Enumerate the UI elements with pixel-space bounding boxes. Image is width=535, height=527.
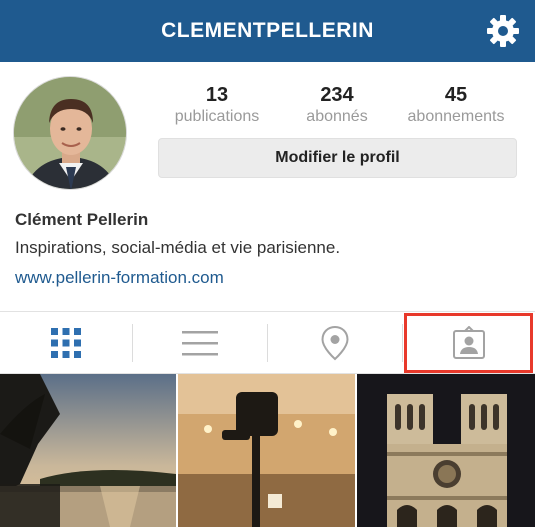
edit-profile-button[interactable]: Modifier le profil — [158, 138, 517, 178]
gear-icon — [487, 15, 519, 47]
profile-bio: Inspirations, social-média et vie parisi… — [15, 238, 341, 257]
profile-photo — [14, 77, 126, 189]
stat-followers[interactable]: 234 abonnés — [277, 83, 397, 127]
stat-following[interactable]: 45 abonnements — [396, 83, 516, 127]
location-pin-icon — [321, 325, 349, 361]
settings-button[interactable] — [485, 13, 521, 49]
stat-publications[interactable]: 13 publications — [157, 83, 277, 127]
tab-list-view[interactable] — [133, 312, 267, 374]
grid-photo-camera-studio[interactable] — [178, 374, 355, 527]
stat-label: abonnés — [306, 108, 368, 125]
profile-website-link[interactable]: www.pellerin-formation.com — [15, 268, 224, 288]
tab-grid-view[interactable] — [0, 312, 132, 374]
stat-count: 13 — [205, 84, 229, 106]
avatar[interactable] — [13, 76, 127, 190]
grid-photo-lake-sunset[interactable] — [0, 374, 176, 527]
tab-location[interactable] — [268, 312, 402, 374]
stat-label: abonnements — [407, 108, 505, 125]
stat-count: 45 — [444, 84, 468, 106]
camera-studio-photo — [178, 374, 355, 527]
grid-photo-notre-dame[interactable] — [357, 374, 535, 527]
notre-dame-night-photo — [357, 374, 535, 527]
lake-sunset-photo — [0, 374, 176, 527]
stat-count: 234 — [320, 84, 354, 106]
username-title: CLEMENTPELLERIN — [161, 19, 374, 42]
stat-label: publications — [174, 108, 260, 125]
list-icon — [182, 331, 218, 356]
tagged-tab-highlight — [404, 313, 533, 373]
profile-name: Clément Pellerin — [15, 210, 149, 229]
grid-icon — [51, 328, 81, 358]
photo-grid — [0, 374, 535, 527]
top-bar: CLEMENTPELLERIN — [0, 0, 535, 62]
